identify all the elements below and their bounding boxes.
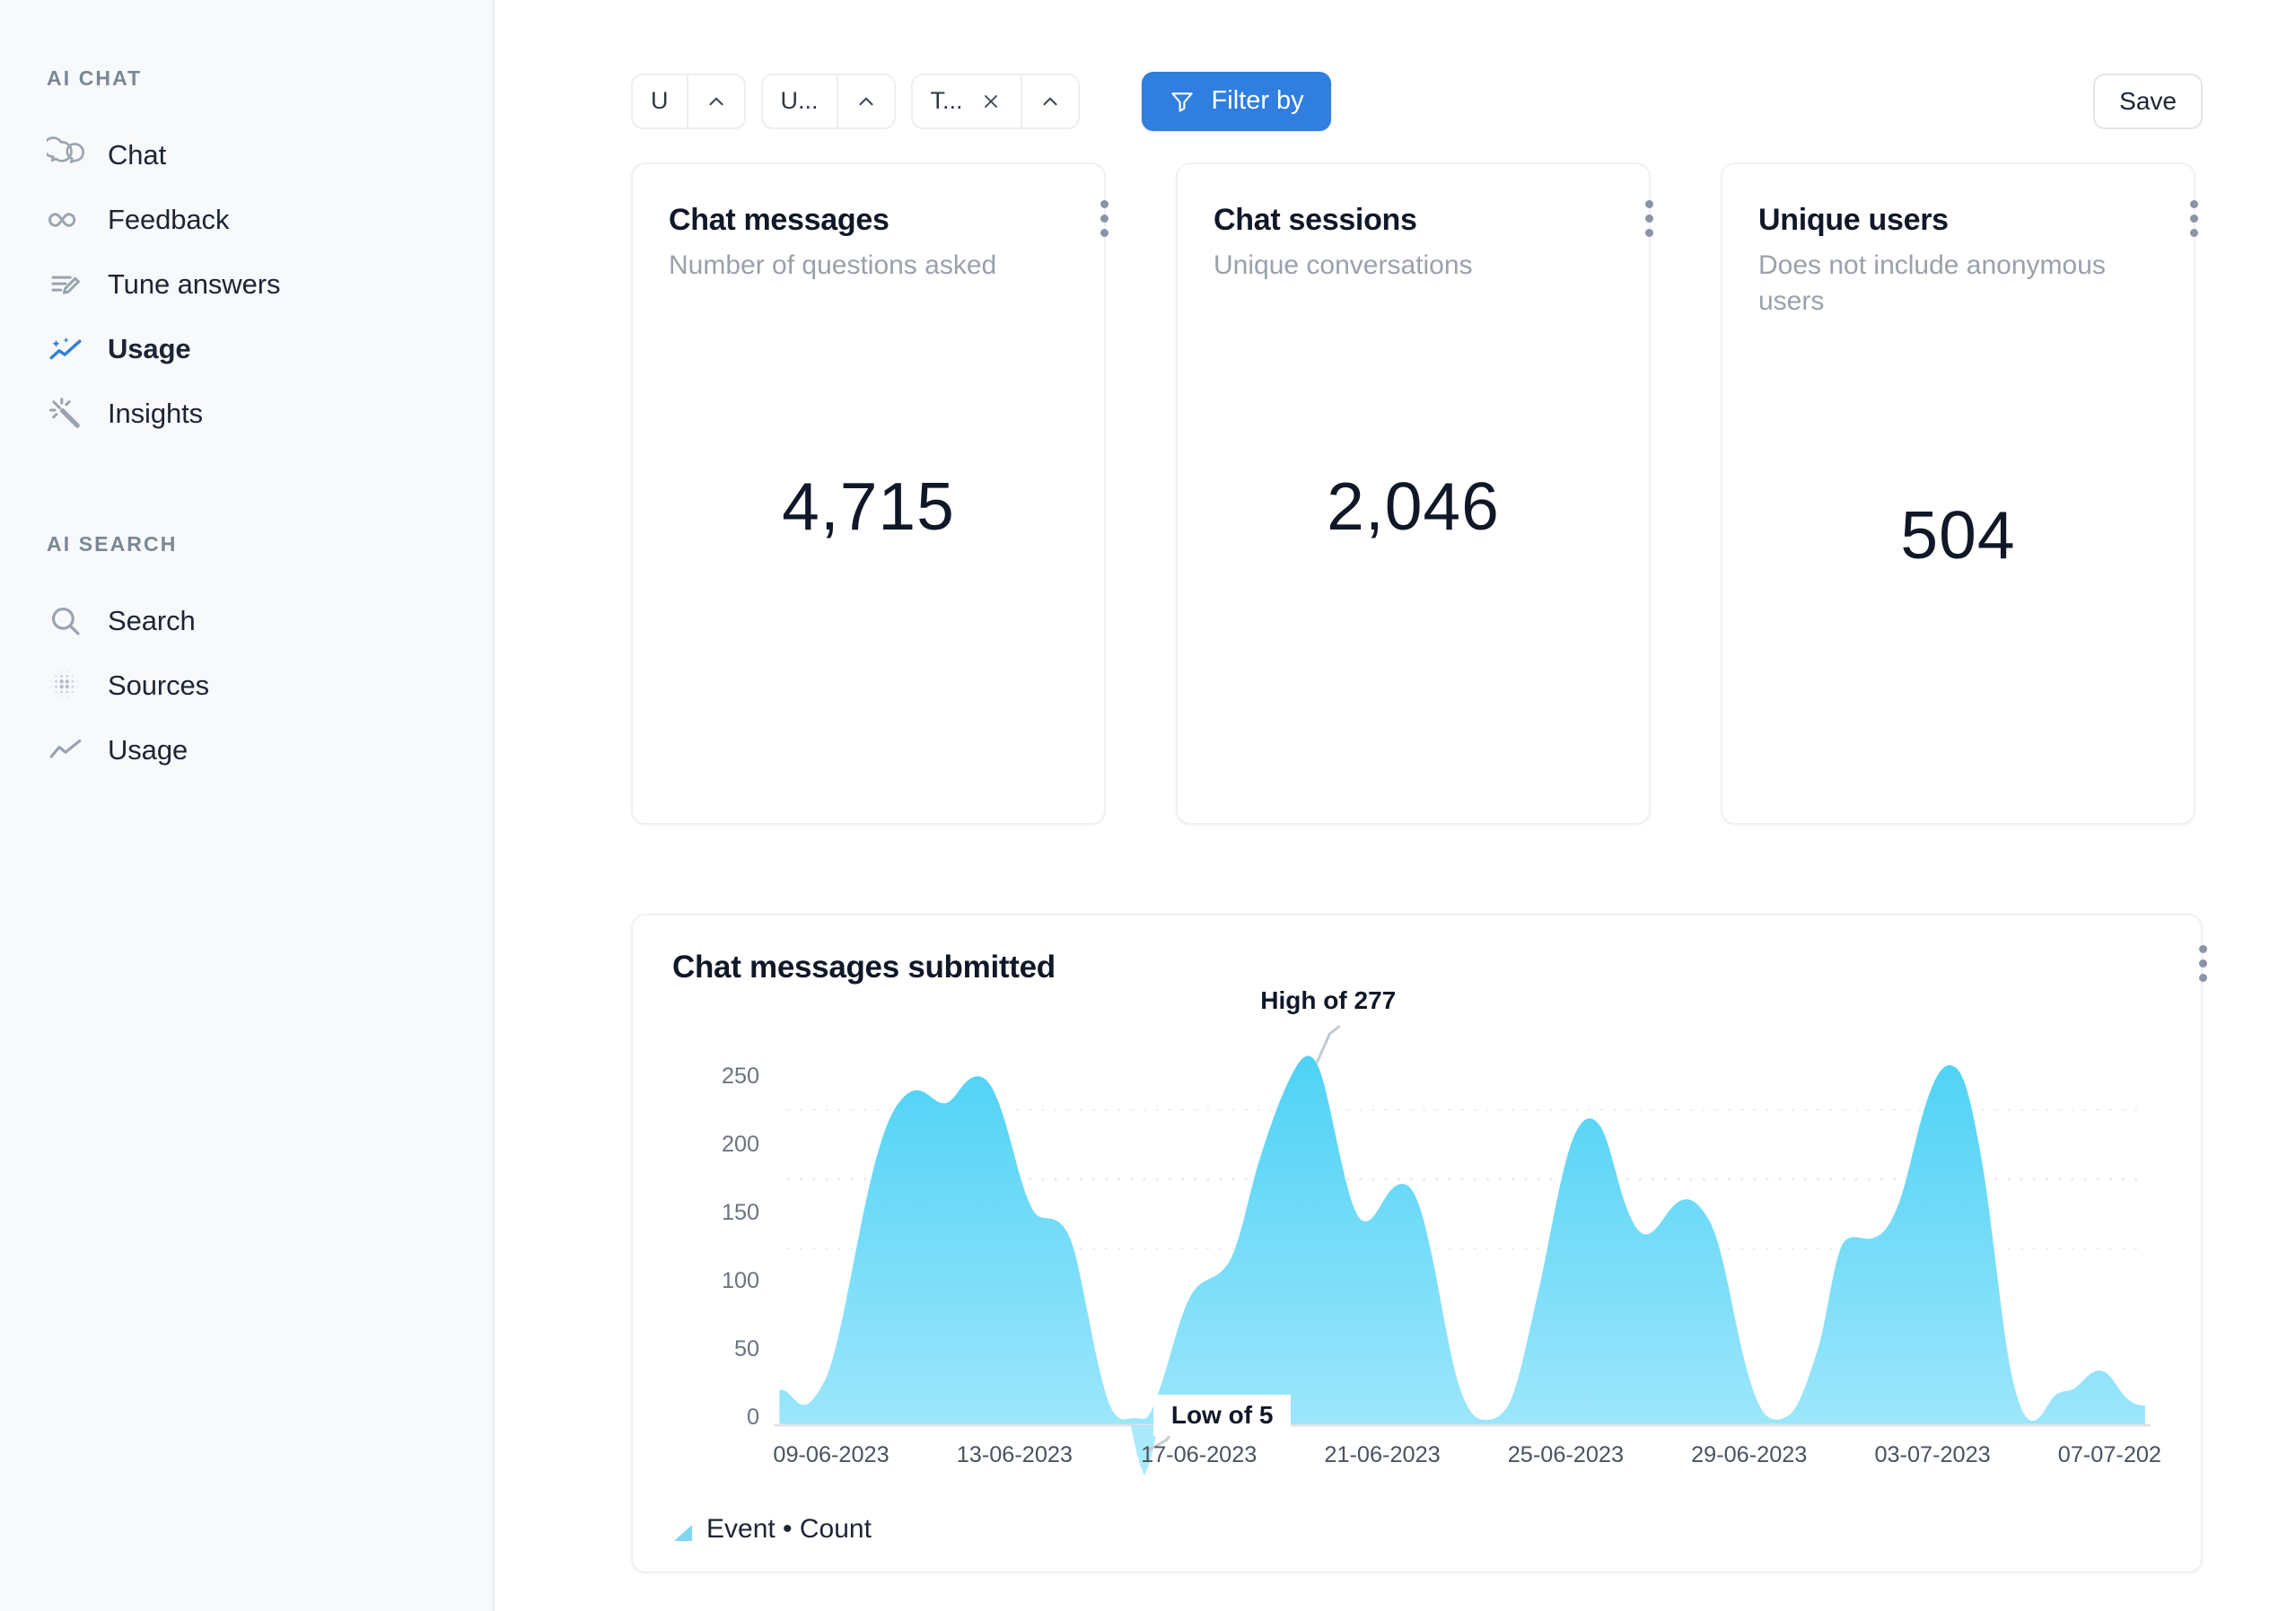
filter-chip-3-label: T... [930,87,963,114]
funnel-icon [1169,88,1196,115]
close-icon[interactable] [979,90,1003,113]
metric-card-value: 4,715 [782,468,955,544]
x-axis-ticks: 09-06-2023 13-06-2023 17-06-2023 21-06-2… [773,1442,2161,1467]
filter-chip-2-label: U... [780,87,819,114]
sidebar-section-label-ai-chat: AI CHAT [47,66,143,90]
metric-card-unique-users: Unique users Does not include anonymous … [1721,162,2198,825]
sidebar-item-insights[interactable]: Insights [47,381,493,446]
metric-card-subtitle: Unique conversations [1214,250,1473,280]
metric-card-subtitle: Does not include anonymous users [1758,250,2106,316]
magic-wand-icon [47,395,84,433]
line-chart-icon [47,731,84,769]
sidebar-item-usage-chat[interactable]: Usage [47,317,493,381]
card-menu-icon[interactable] [2170,190,2217,246]
metric-card-value: 2,046 [1327,468,1500,544]
filter-chip-3[interactable]: T... [910,73,1080,129]
sidebar-item-label: Usage [108,734,188,766]
sidebar-item-feedback[interactable]: Feedback [47,188,493,252]
low-annotation-label: Low of 5 [1152,1395,1292,1436]
main-content: U U... T... Filter by Save Chat messages… [495,0,2296,1611]
metric-card-chat-messages: Chat messages Number of questions asked … [631,162,1109,825]
sidebar-item-label: Insights [108,398,204,429]
svg-text:13-06-2023: 13-06-2023 [957,1442,1073,1467]
chevron-up-icon[interactable] [838,75,894,127]
sparkle-chart-icon [47,330,84,368]
svg-text:25-06-2023: 25-06-2023 [1508,1442,1624,1467]
high-annotation-label: High of 277 [1260,986,1397,1014]
filter-by-label: Filter by [1211,86,1304,115]
filter-by-button[interactable]: Filter by [1141,71,1331,131]
metric-card-title: Chat messages [669,203,889,237]
sidebar-item-sources[interactable]: Sources [47,653,493,718]
dot-grid-icon [47,667,84,705]
sidebar-item-label: Feedback [108,204,230,235]
sidebar-item-label: Usage [108,333,191,364]
search-icon [47,602,84,640]
chevron-up-icon[interactable] [688,75,744,127]
area-chart-svg: 250 200 150 100 50 0 09-06-2023 13-06-20… [722,1025,2161,1475]
card-menu-icon[interactable] [1626,190,1672,246]
svg-text:150: 150 [722,1200,759,1225]
svg-text:100: 100 [722,1268,759,1293]
svg-text:200: 200 [722,1132,759,1157]
svg-text:29-06-2023: 29-06-2023 [1691,1442,1807,1467]
filter-chip-1-main[interactable]: U [633,74,688,127]
metric-card-value: 504 [1900,497,2016,573]
chart-plot-area: 250 200 150 100 50 0 09-06-2023 13-06-20… [672,986,2161,1502]
card-menu-icon[interactable] [1081,190,1127,246]
chart-card: Chat messages submitted 250 200 150 100 … [631,914,2207,1573]
sidebar-section-label-ai-search: AI SEARCH [47,532,178,556]
chevron-up-icon[interactable] [1022,75,1078,127]
svg-text:17-06-2023: 17-06-2023 [1141,1442,1257,1467]
filter-chip-2[interactable]: U... [760,73,896,129]
metric-card-subtitle: Number of questions asked [669,250,997,280]
filter-chip-1-label: U [651,87,669,114]
sidebar: AI CHAT Chat Feedback Tune answers Usage… [0,0,495,1611]
svg-text:250: 250 [722,1064,759,1089]
sidebar-item-label: Sources [108,670,210,701]
metric-card-title: Unique users [1758,203,1949,237]
svg-text:21-06-2023: 21-06-2023 [1324,1442,1440,1467]
filter-chip-3-main[interactable]: T... [913,74,1022,127]
app-root: AI CHAT Chat Feedback Tune answers Usage… [0,0,2296,1611]
y-axis-ticks: 250 200 150 100 50 0 [722,1064,759,1430]
svg-text:07-07-2023: 07-07-2023 [2058,1442,2161,1467]
chat-bubbles-icon [47,136,84,174]
sidebar-item-chat[interactable]: Chat [47,123,493,188]
sidebar-item-search[interactable]: Search [47,589,493,653]
chart-title: Chat messages submitted [672,950,1056,985]
svg-text:0: 0 [747,1405,759,1430]
filter-chip-1[interactable]: U [631,73,746,129]
filter-toolbar: U U... T... Filter by Save [495,0,2296,136]
filter-chip-2-main[interactable]: U... [763,74,838,127]
area-legend-marker-icon [672,1519,694,1541]
metric-card-chat-sessions: Chat sessions Unique conversations 2,046 [1176,162,1653,825]
edit-list-icon [47,266,84,303]
sidebar-item-label: Chat [108,139,167,171]
chart-legend-label: Event • Count [706,1514,872,1544]
svg-text:50: 50 [734,1336,759,1361]
metric-cards-row: Chat messages Number of questions asked … [495,136,2296,825]
infinity-icon [47,201,84,239]
sidebar-item-label: Tune answers [108,268,281,300]
sidebar-item-label: Search [108,605,196,636]
svg-text:03-07-2023: 03-07-2023 [1874,1442,1990,1467]
metric-card-title: Chat sessions [1214,203,1417,237]
card-menu-icon[interactable] [2179,935,2226,991]
chart-legend: Event • Count [672,1514,872,1545]
save-button[interactable]: Save [2093,73,2203,129]
sidebar-item-tune-answers[interactable]: Tune answers [47,252,493,317]
svg-text:09-06-2023: 09-06-2023 [773,1442,889,1467]
sidebar-item-usage-search[interactable]: Usage [47,718,493,783]
